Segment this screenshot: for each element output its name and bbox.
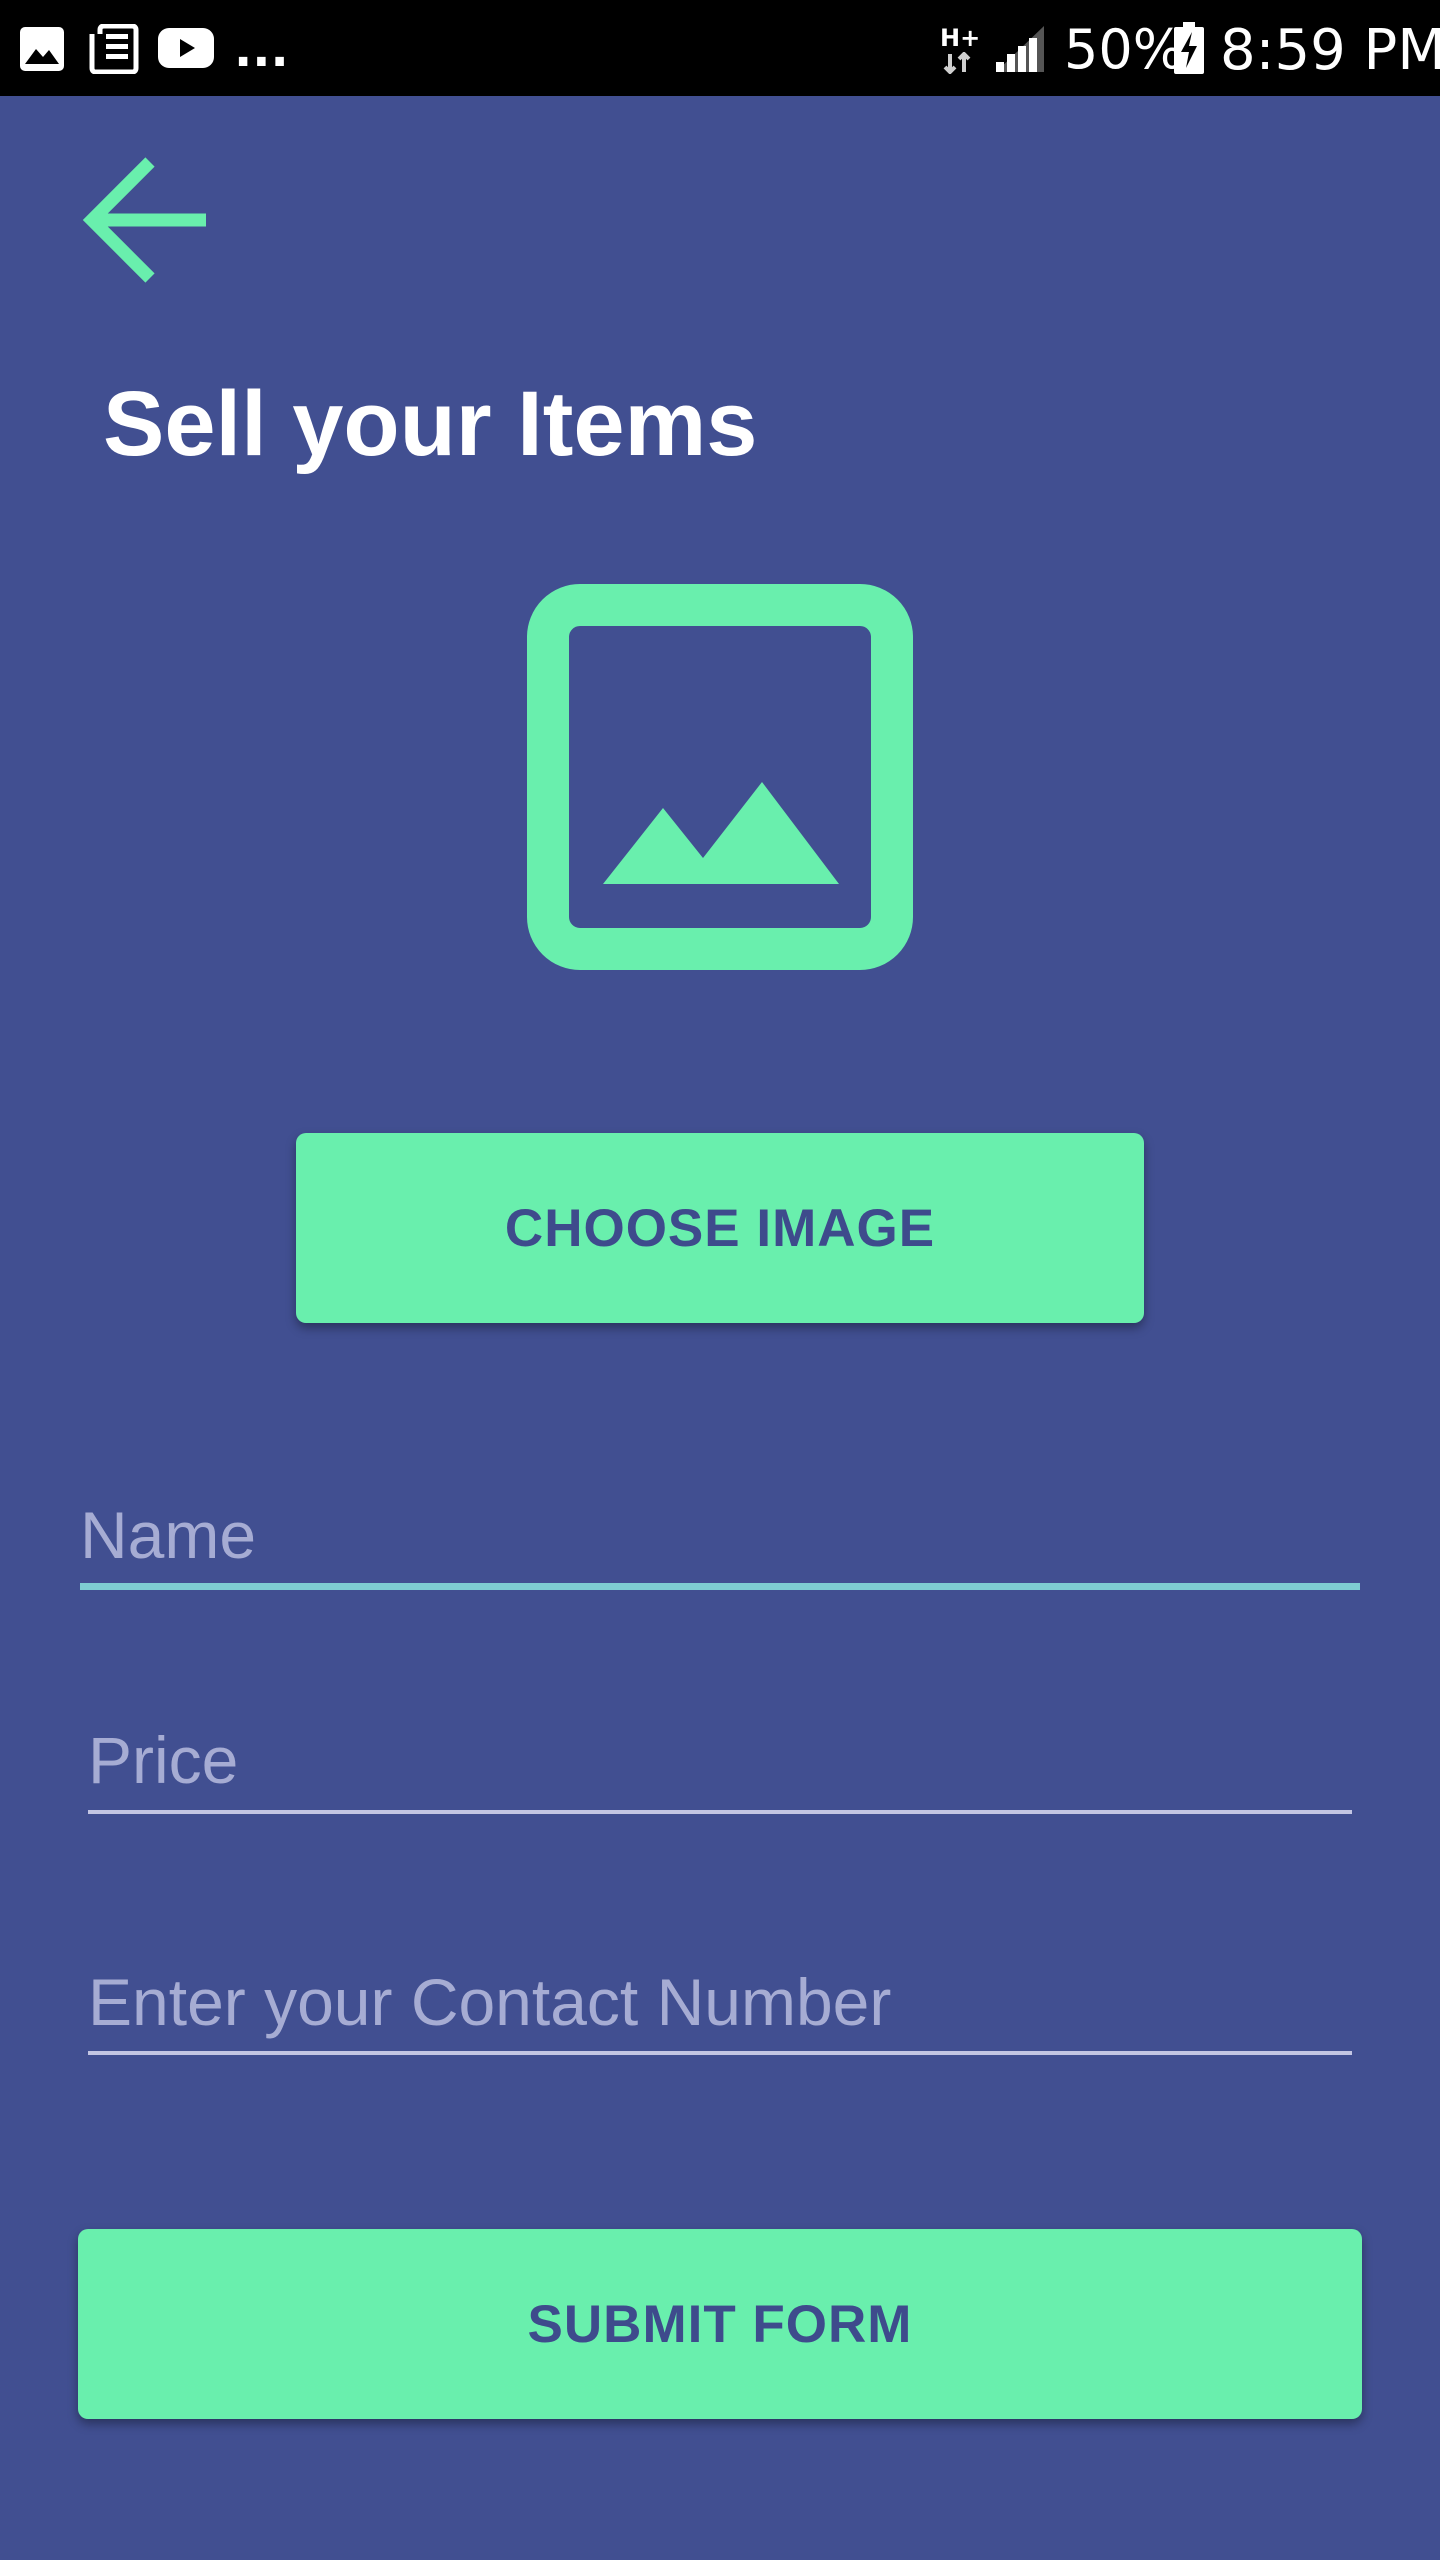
name-field-underline <box>80 1583 1360 1590</box>
image-placeholder-icon <box>527 584 913 970</box>
data-arrows-icon <box>943 52 971 74</box>
battery-charging-icon <box>1174 22 1204 74</box>
signal-strength-icon <box>996 26 1044 72</box>
network-type-label: H+ <box>940 24 981 52</box>
contact-number-input[interactable] <box>88 1948 1352 2055</box>
price-input[interactable] <box>88 1706 1352 1814</box>
clock: 8:59 PM <box>1220 18 1440 83</box>
news-icon <box>89 24 139 74</box>
image-preview <box>527 584 913 970</box>
more-notifications-indicator: ... <box>234 22 289 78</box>
submit-form-button[interactable]: SUBMIT FORM <box>78 2229 1362 2419</box>
back-button[interactable] <box>60 140 220 300</box>
name-field[interactable] <box>80 1480 1360 1590</box>
name-input[interactable] <box>80 1480 1360 1590</box>
contact-number-field[interactable] <box>88 1948 1352 2055</box>
choose-image-button[interactable]: CHOOSE IMAGE <box>296 1133 1144 1323</box>
status-bar: ... H+ 50% 8:59 PM <box>0 0 1440 96</box>
battery-percent: 50% <box>1064 18 1185 81</box>
youtube-icon <box>158 28 214 68</box>
page-title: Sell your Items <box>103 373 758 475</box>
contact-number-field-underline <box>88 2051 1352 2055</box>
arrow-left-icon <box>82 157 206 283</box>
price-field[interactable] <box>88 1706 1352 1814</box>
price-field-underline <box>88 1810 1352 1814</box>
image-icon <box>20 27 64 71</box>
